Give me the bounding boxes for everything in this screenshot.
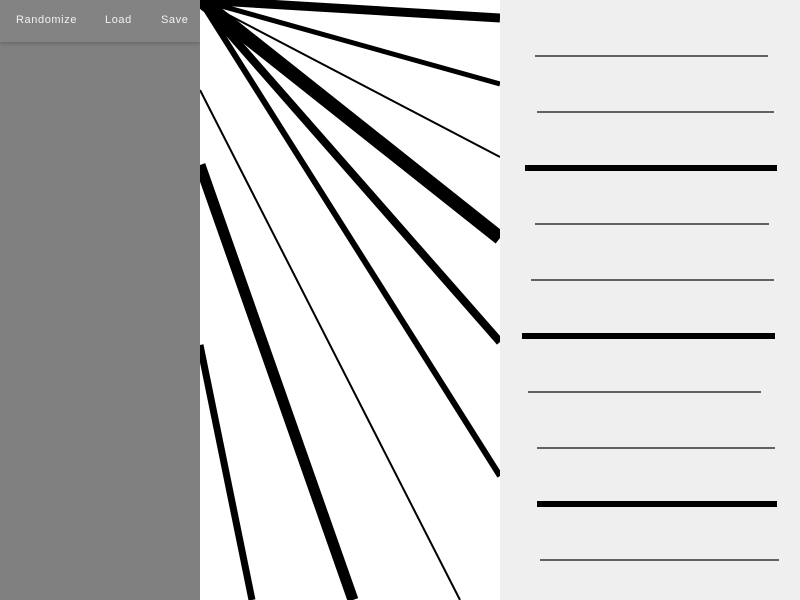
randomize-button[interactable]: Randomize	[16, 14, 77, 26]
left-panel: Randomize Load Save	[0, 0, 200, 600]
ray-drawing	[200, 0, 500, 600]
ray-line	[200, 0, 500, 23]
ray-line	[200, 344, 256, 600]
app-window: Randomize Load Save	[0, 0, 800, 600]
lines-drawing	[522, 55, 779, 561]
save-button[interactable]: Save	[161, 14, 188, 26]
ray-canvas[interactable]	[200, 0, 500, 600]
ray-line	[200, 0, 500, 244]
toolbar: Randomize Load Save	[0, 0, 200, 42]
ray-line	[200, 163, 359, 600]
load-button[interactable]: Load	[105, 14, 132, 26]
lines-panel	[500, 0, 800, 600]
ray-line	[200, 0, 500, 158]
